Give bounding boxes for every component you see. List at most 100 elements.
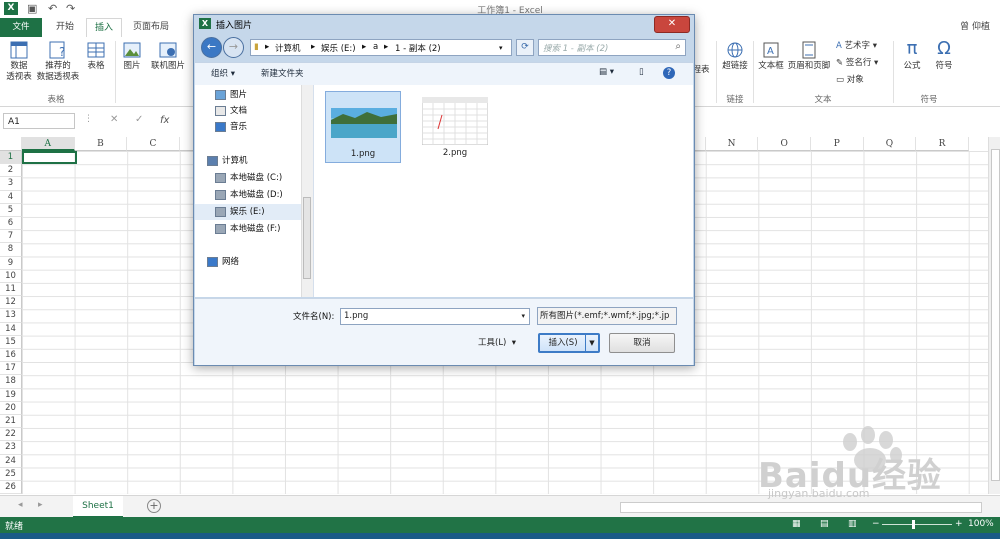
column-header[interactable]: B — [74, 137, 128, 151]
horizontal-scrollbar[interactable] — [620, 502, 982, 513]
forward-button[interactable]: → — [223, 37, 244, 58]
sheet-tab-sheet1[interactable]: Sheet1 — [73, 496, 123, 518]
row-header[interactable]: 13 — [0, 309, 22, 323]
active-cell[interactable] — [22, 151, 77, 164]
cancel-formula-icon[interactable]: ✕ — [110, 114, 118, 125]
row-header[interactable]: 19 — [0, 388, 22, 402]
breadcrumb-drive-e[interactable]: 娱乐 (E:) — [321, 42, 356, 54]
filename-input[interactable]: 1.png ▾ — [340, 308, 530, 325]
recommended-pivot-button[interactable]: ? 推荐的 数据透视表 — [35, 41, 81, 83]
online-pictures-button[interactable]: 联机图片 — [148, 41, 188, 72]
page-break-view-icon[interactable]: ▥ — [848, 519, 857, 529]
zoom-in-icon[interactable]: + — [955, 519, 963, 529]
close-button[interactable]: ✕ — [654, 16, 690, 33]
equation-button[interactable]: π 公式 — [897, 39, 927, 72]
row-header[interactable]: 23 — [0, 441, 22, 455]
save-icon[interactable]: ▣ — [27, 2, 37, 15]
file-item-2[interactable]: 2.png — [417, 91, 493, 163]
address-dropdown-icon[interactable]: ▾ — [499, 44, 503, 52]
scroll-thumb[interactable] — [303, 197, 311, 279]
column-header[interactable]: P — [811, 137, 864, 151]
row-header[interactable]: 6 — [0, 217, 22, 231]
name-box[interactable]: A1 — [3, 113, 75, 129]
nav-item[interactable]: 本地磁盘 (C:) — [195, 170, 305, 186]
column-header[interactable]: C — [127, 137, 180, 151]
header-footer-button[interactable]: 页眉和页脚 — [786, 41, 832, 72]
row-header[interactable]: 12 — [0, 296, 22, 310]
row-header[interactable]: 25 — [0, 467, 22, 481]
navigation-scrollbar[interactable] — [301, 85, 313, 297]
table-button[interactable]: 表格 — [83, 41, 109, 72]
breadcrumb-a[interactable]: a — [373, 42, 378, 52]
row-header[interactable]: 3 — [0, 177, 22, 191]
row-header[interactable]: 2 — [0, 164, 22, 178]
row-header[interactable]: 11 — [0, 283, 22, 297]
pivot-table-button[interactable]: 数据 透视表 — [2, 41, 36, 83]
back-button[interactable]: ← — [201, 37, 222, 58]
row-header[interactable]: 7 — [0, 230, 22, 244]
column-header[interactable]: R — [916, 137, 969, 151]
preview-pane-icon[interactable]: ▯ — [639, 67, 644, 77]
nav-item[interactable]: 音乐 — [195, 119, 305, 135]
help-icon[interactable]: ? — [663, 67, 675, 79]
row-header[interactable]: 18 — [0, 375, 22, 389]
nav-item[interactable]: 图片 — [195, 87, 305, 103]
page-layout-view-icon[interactable]: ▤ — [820, 519, 829, 529]
nav-item[interactable]: 网络 — [195, 254, 305, 270]
nav-item[interactable]: 娱乐 (E:) — [195, 204, 305, 220]
tools-menu[interactable]: 工具(L) ▾ — [478, 336, 516, 348]
symbol-button[interactable]: Ω 符号 — [929, 39, 959, 72]
wordart-button[interactable]: A 艺术字 ▾ — [836, 41, 886, 52]
refresh-button[interactable]: ⟳ — [516, 39, 534, 56]
zoom-out-icon[interactable]: − — [872, 519, 880, 529]
add-sheet-icon[interactable]: + — [147, 499, 161, 513]
redo-icon[interactable]: ↷ — [66, 2, 75, 15]
new-folder-button[interactable]: 新建文件夹 — [261, 67, 304, 79]
row-header[interactable]: 22 — [0, 428, 22, 442]
zoom-level[interactable]: 100% — [968, 519, 994, 529]
insert-button[interactable]: 插入(S) ▼ — [538, 333, 600, 353]
column-header[interactable]: N — [705, 137, 759, 151]
tab-insert[interactable]: 插入 — [86, 18, 122, 38]
file-item-1[interactable]: 1.png — [325, 91, 401, 163]
column-header[interactable]: O — [758, 137, 811, 151]
row-header[interactable]: 8 — [0, 243, 22, 257]
column-header[interactable]: Q — [863, 137, 917, 151]
search-input[interactable]: 搜索 1 - 副本 (2) ⌕ — [538, 39, 686, 56]
address-bar[interactable]: ▮ ▸ 计算机 ▸ 娱乐 (E:) ▸ a ▸ 1 - 副本 (2) ▾ — [250, 39, 512, 56]
breadcrumb-computer[interactable]: 计算机 — [275, 42, 301, 54]
tab-home[interactable]: 开始 — [48, 18, 82, 36]
hyperlink-button[interactable]: 超链接 — [719, 41, 751, 72]
row-header[interactable]: 14 — [0, 322, 22, 336]
cancel-button[interactable]: 取消 — [609, 333, 675, 353]
confirm-formula-icon[interactable]: ✓ — [135, 114, 143, 125]
select-all-corner[interactable] — [0, 137, 22, 151]
undo-icon[interactable]: ↶ — [48, 2, 57, 15]
row-header[interactable]: 10 — [0, 269, 22, 283]
user-name[interactable]: 曾 仰植 — [960, 18, 990, 36]
zoom-slider[interactable] — [882, 524, 952, 525]
nav-item[interactable]: 本地磁盘 (D:) — [195, 187, 305, 203]
row-header[interactable]: 20 — [0, 401, 22, 415]
signature-line-button[interactable]: ✎ 签名行 ▾ — [836, 58, 890, 69]
row-header[interactable]: 24 — [0, 454, 22, 468]
row-header[interactable]: 5 — [0, 203, 22, 217]
sheet-prev-icon[interactable]: ◂ — [18, 500, 23, 510]
insert-dropdown-icon[interactable]: ▼ — [585, 335, 598, 351]
row-header[interactable]: 26 — [0, 481, 22, 494]
breadcrumb-current[interactable]: 1 - 副本 (2) — [395, 42, 441, 54]
object-button[interactable]: ▭ 对象 — [836, 75, 886, 86]
sheet-next-icon[interactable]: ▸ — [38, 500, 43, 510]
textbox-button[interactable]: A 文本框 — [756, 41, 786, 72]
pictures-button[interactable]: 图片 — [119, 41, 145, 72]
zoom-slider-handle[interactable] — [912, 520, 915, 529]
nav-item[interactable]: 本地磁盘 (F:) — [195, 221, 305, 237]
insert-function-button[interactable]: fx — [160, 115, 169, 126]
tab-page-layout[interactable]: 页面布局 — [128, 18, 174, 36]
scroll-thumb[interactable] — [991, 149, 1000, 481]
row-header[interactable]: 15 — [0, 335, 22, 349]
dropdown-arrow-icon[interactable]: ▾ — [521, 309, 525, 324]
column-header[interactable]: A — [22, 137, 75, 151]
row-header[interactable]: 4 — [0, 190, 22, 204]
row-header[interactable]: 9 — [0, 256, 22, 270]
